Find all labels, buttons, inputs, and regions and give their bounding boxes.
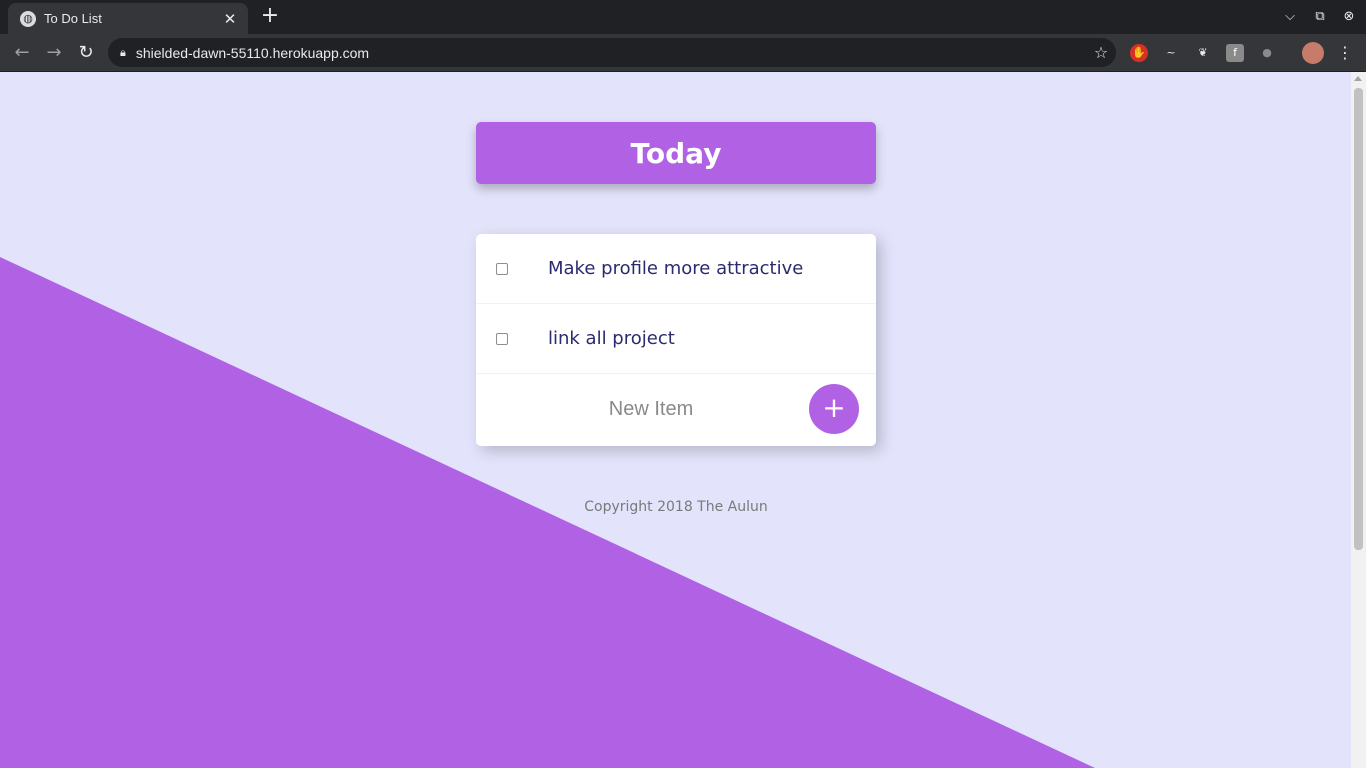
back-icon[interactable]: ← [11,42,33,64]
adblock-extension-icon[interactable]: ✋ [1130,44,1148,62]
todo-list: Make profile more attractive link all pr… [476,234,876,446]
profile-avatar[interactable] [1302,42,1324,64]
item-text: Make profile more attractive [548,258,804,279]
tab-close-icon[interactable]: ✕ [222,10,238,28]
address-bar[interactable]: 🔒︎ shielded-dawn-55110.herokuapp.com ☆ [108,38,1116,67]
scrollbar-thumb[interactable] [1354,88,1363,550]
browser-toolbar: ← → ↻ 🔒︎ shielded-dawn-55110.herokuapp.c… [0,34,1366,72]
list-item: Make profile more attractive [476,234,876,304]
page-title: Today [630,136,722,170]
reload-icon[interactable]: ↻ [75,42,97,64]
item-checkbox[interactable] [496,262,508,275]
wave-extension-icon[interactable]: ~ [1162,44,1180,62]
page-content: Today Make profile more attractive link … [0,72,1351,768]
page-scrollbar[interactable] [1351,72,1366,768]
browser-tab-bar: ◍ To Do List ✕ + ⌵ ⧉ ⊗ [0,0,1366,34]
menu-kebab-icon[interactable]: ⋮ [1336,44,1354,62]
forward-icon[interactable]: → [43,42,65,64]
add-item-button[interactable]: + [809,384,859,434]
new-item-input[interactable]: New Item [476,389,826,429]
url-text[interactable]: shielded-dawn-55110.herokuapp.com [136,45,1086,61]
tab-title: To Do List [44,11,102,26]
item-text: link all project [548,328,675,349]
lock-icon: 🔒︎ [120,45,126,59]
paw-extension-icon[interactable]: ❦ [1194,44,1212,62]
list-item: link all project [476,304,876,374]
list-heading-box: Today [476,122,876,184]
footer-copyright: Copyright 2018 The Aulun [584,499,768,515]
bookmark-star-icon[interactable]: ☆ [1086,43,1116,62]
scroll-up-icon[interactable] [1354,76,1362,81]
item-checkbox[interactable] [496,332,508,345]
new-tab-button[interactable]: + [258,5,282,29]
facebook-extension-icon[interactable]: f [1226,44,1244,62]
browser-tab[interactable]: ◍ To Do List ✕ [8,3,248,34]
globe-icon: ◍ [20,10,36,27]
tab-search-icon[interactable]: ⌵ [1280,7,1300,27]
mouse-extension-icon[interactable]: ● [1258,44,1276,62]
restore-window-icon[interactable]: ⧉ [1310,7,1330,27]
close-window-icon[interactable]: ⊗ [1339,7,1359,27]
new-item-form: New Item + [476,374,876,445]
